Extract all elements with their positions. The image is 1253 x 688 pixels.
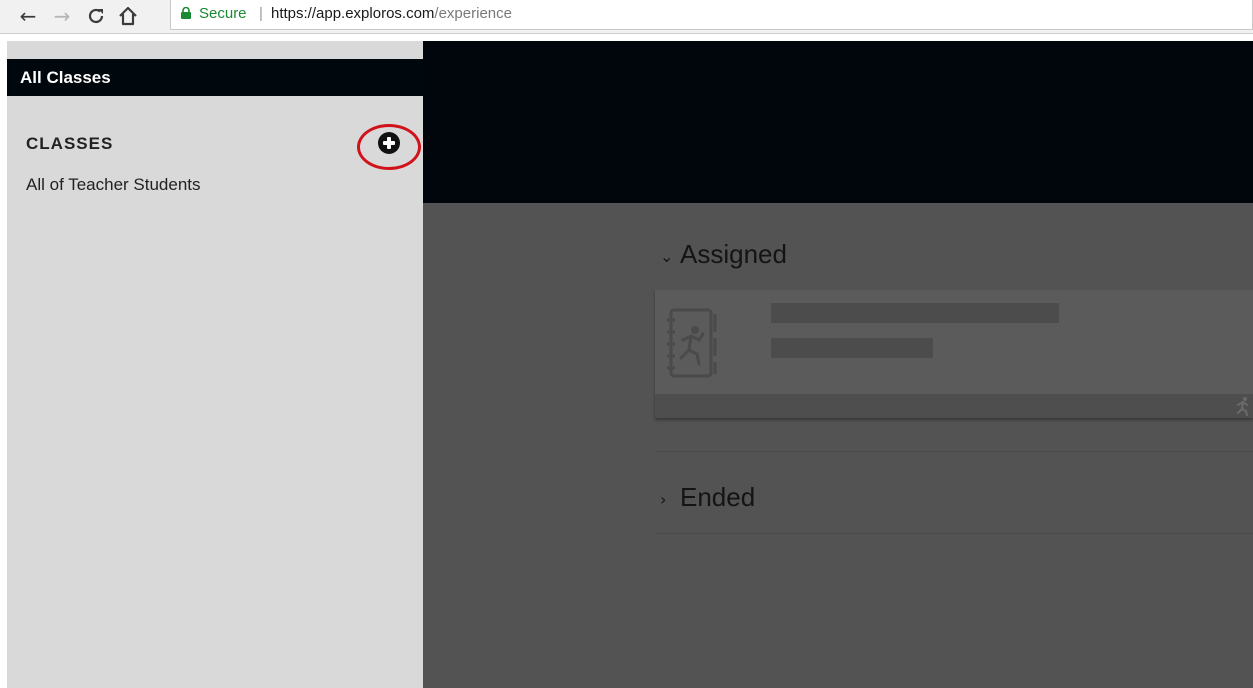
section-ended-label: Ended: [680, 482, 756, 512]
section-divider: [655, 533, 1253, 534]
sidebar-title[interactable]: All Classes: [7, 59, 423, 96]
section-divider: [655, 451, 1253, 452]
assignment-card-placeholder[interactable]: [655, 290, 1253, 418]
browser-toolbar: ← → Secure | https://app.exploros.com/ex…: [0, 0, 1253, 34]
secure-label: Secure: [199, 5, 247, 22]
subtitle-placeholder-bar: [771, 338, 933, 358]
main-header: [423, 41, 1253, 203]
home-icon[interactable]: [116, 2, 140, 30]
address-separator: |: [259, 5, 263, 22]
highlight-circle-annotation: [357, 124, 421, 170]
chevron-right-icon: ›: [660, 489, 667, 509]
section-ended[interactable]: › Ended: [660, 482, 755, 513]
forward-arrow-icon[interactable]: →: [50, 2, 74, 30]
section-assigned-label: Assigned: [680, 239, 787, 269]
sidebar: All Classes CLASSES All of Teacher Stude…: [7, 41, 423, 688]
url-path: /experience: [434, 5, 512, 22]
section-assigned[interactable]: ⌄ Assigned: [660, 239, 787, 270]
classes-heading: CLASSES: [26, 134, 114, 153]
chevron-down-icon: ⌄: [660, 246, 674, 266]
left-gutter: [0, 34, 7, 688]
lock-icon: [181, 7, 191, 19]
experience-book-icon: [667, 308, 717, 378]
url-host: https://app.exploros.com: [271, 5, 435, 22]
main-content-overlay: ⌄ Assigned › Ended: [423, 203, 1253, 688]
url-text[interactable]: https://app.exploros.com/experience: [271, 5, 512, 22]
title-placeholder-bar: [771, 303, 1059, 323]
reload-icon[interactable]: [84, 2, 108, 30]
address-bar[interactable]: Secure | https://app.exploros.com/experi…: [170, 0, 1253, 30]
sidebar-top-strip: [7, 41, 423, 59]
back-arrow-icon[interactable]: ←: [16, 2, 40, 30]
running-figure-icon: [1237, 397, 1248, 416]
card-footer: [655, 394, 1253, 418]
sidebar-item-all-of-teacher-students[interactable]: All of Teacher Students: [26, 175, 201, 195]
